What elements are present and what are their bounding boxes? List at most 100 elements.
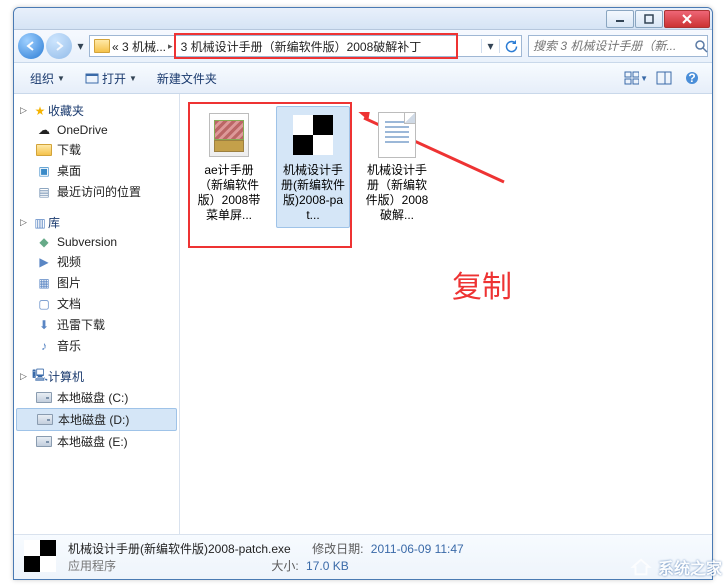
drive-icon [36, 436, 52, 447]
sidebar-item-videos[interactable]: ▶ 视频 [14, 251, 179, 272]
sidebar-item-label: 本地磁盘 (D:) [58, 411, 129, 428]
nav-history-dropdown[interactable]: ▾ [74, 39, 87, 53]
sidebar-item-label: OneDrive [57, 123, 108, 137]
status-file-icon [24, 540, 58, 574]
recent-icon: ▤ [36, 185, 52, 199]
sidebar-item-label: Subversion [57, 235, 117, 249]
drive-icon [36, 392, 52, 403]
sidebar-item-label: 下载 [57, 141, 81, 158]
maximize-button[interactable] [635, 10, 663, 28]
sidebar-item-desktop[interactable]: ▣ 桌面 [14, 160, 179, 181]
sidebar-item-label: 迅雷下载 [57, 316, 105, 333]
organize-button[interactable]: 组织▼ [22, 67, 73, 90]
sidebar-item-label: 桌面 [57, 162, 81, 179]
sidebar-item-pictures[interactable]: ▦ 图片 [14, 272, 179, 293]
caret-icon: ▷ [20, 217, 32, 228]
sidebar-computer-header[interactable]: ▷🖳计算机 [14, 366, 179, 387]
status-date-label: 修改日期: [312, 542, 363, 556]
close-button[interactable] [664, 10, 710, 28]
search-input[interactable] [529, 39, 694, 53]
sidebar-item-onedrive[interactable]: ☁OneDrive [14, 121, 179, 139]
watermark: 系统之家 [628, 555, 722, 579]
breadcrumb-text: « 3 机械... [112, 38, 166, 55]
caret-icon: ▷ [20, 105, 32, 116]
body: ▷★收藏夹 ☁OneDrive 下载 ▣桌面 ▤最近访问的位置 ▷▥库 ◆Sub… [14, 94, 712, 534]
folder-icon [94, 39, 110, 53]
drive-icon [37, 414, 53, 425]
breadcrumb-root[interactable]: « 3 机械...▸ [90, 36, 177, 56]
new-folder-button[interactable]: 新建文件夹 [149, 67, 225, 90]
minimize-button[interactable] [606, 10, 634, 28]
chevron-right-icon: ▸ [168, 41, 173, 52]
chevron-down-icon: ▼ [129, 74, 137, 83]
preview-pane-button[interactable] [652, 67, 676, 89]
caret-icon: ▷ [20, 371, 32, 382]
folder-icon [36, 144, 52, 156]
breadcrumb-text: 3 机械设计手册（新编软件版）2008破解补丁 [181, 38, 422, 55]
file-item-rar[interactable]: ae计手册（新编软件版）2008带菜单屏... [192, 106, 266, 228]
breadcrumb-current[interactable]: 3 机械设计手册（新编软件版）2008破解补丁 [177, 36, 426, 56]
document-icon: ▢ [36, 297, 52, 311]
sidebar-item-subversion[interactable]: ◆Subversion [14, 233, 179, 251]
sidebar-item-thunder[interactable]: ⬇ 迅雷下载 [14, 314, 179, 335]
sidebar-item-label: 文档 [57, 295, 81, 312]
organize-label: 组织 [30, 70, 54, 87]
chevron-down-icon: ▼ [640, 74, 648, 83]
house-icon [628, 556, 654, 578]
video-icon: ▶ [36, 255, 52, 269]
search-icon [694, 39, 708, 53]
toolbar: 组织▼ 打开▼ 新建文件夹 ▼ ? [14, 62, 712, 94]
file-label: 机械设计手册(新编软件版)2008-pat... [279, 163, 347, 223]
sidebar-item-label: 最近访问的位置 [57, 183, 141, 200]
sidebar-label: 收藏夹 [48, 102, 84, 119]
file-label: ae计手册（新编软件版）2008带菜单屏... [195, 163, 263, 223]
sidebar-label: 库 [48, 214, 60, 231]
library-icon: ▥ [32, 216, 48, 230]
sidebar-item-documents[interactable]: ▢ 文档 [14, 293, 179, 314]
sidebar-item-label: 音乐 [57, 337, 81, 354]
back-button[interactable] [18, 33, 44, 59]
sidebar-item-drive-d[interactable]: 本地磁盘 (D:) [16, 408, 177, 431]
computer-icon: 🖳 [32, 370, 48, 384]
file-item-txt[interactable]: 机械设计手册（新编软件版）2008破解... [360, 106, 434, 228]
download-icon: ⬇ [36, 318, 52, 332]
sidebar-libraries-header[interactable]: ▷▥库 [14, 212, 179, 233]
search-box[interactable] [528, 35, 708, 57]
address-dropdown[interactable]: ▾ [481, 39, 499, 53]
sidebar-item-label: 本地磁盘 (E:) [57, 433, 128, 450]
refresh-button[interactable] [499, 39, 521, 53]
open-button[interactable]: 打开▼ [77, 67, 145, 90]
titlebar [14, 8, 712, 30]
svg-text:?: ? [688, 71, 695, 85]
sidebar-item-label: 本地磁盘 (C:) [57, 389, 128, 406]
sidebar: ▷★收藏夹 ☁OneDrive 下载 ▣桌面 ▤最近访问的位置 ▷▥库 ◆Sub… [14, 94, 180, 534]
status-size: 17.0 KB [306, 559, 349, 573]
file-label: 机械设计手册（新编软件版）2008破解... [363, 163, 431, 223]
chevron-down-icon: ▼ [57, 74, 65, 83]
open-label: 打开 [102, 70, 126, 87]
forward-button[interactable] [46, 33, 72, 59]
help-button[interactable]: ? [680, 67, 704, 89]
sidebar-item-label: 视频 [57, 253, 81, 270]
sidebar-item-drive-c[interactable]: 本地磁盘 (C:) [14, 387, 179, 408]
sidebar-item-label: 图片 [57, 274, 81, 291]
status-date: 2011-06-09 11:47 [371, 542, 464, 556]
desktop-icon: ▣ [36, 164, 52, 178]
sidebar-label: 计算机 [48, 368, 84, 385]
view-options-button[interactable]: ▼ [624, 67, 648, 89]
sidebar-item-music[interactable]: ♪音乐 [14, 335, 179, 356]
status-bar: 机械设计手册(新编软件版)2008-patch.exe 修改日期: 2011-0… [14, 534, 712, 579]
sidebar-item-recent[interactable]: ▤ 最近访问的位置 [14, 181, 179, 202]
open-icon [85, 71, 99, 85]
sidebar-favorites-header[interactable]: ▷★收藏夹 [14, 100, 179, 121]
status-type: 应用程序 [68, 559, 116, 573]
nav-row: ▾ « 3 机械...▸ 3 机械设计手册（新编软件版）2008破解补丁 ▾ [14, 30, 712, 62]
sidebar-item-drive-e[interactable]: 本地磁盘 (E:) [14, 431, 179, 452]
content-area[interactable]: 复制 ae计手册（新编软件版）2008带菜单屏... 机械设计手册(新编软件版)… [180, 94, 712, 534]
file-item-patch-exe[interactable]: 机械设计手册(新编软件版)2008-pat... [276, 106, 350, 228]
address-bar[interactable]: « 3 机械...▸ 3 机械设计手册（新编软件版）2008破解补丁 ▾ [89, 35, 522, 57]
sidebar-item-downloads[interactable]: 下载 [14, 139, 179, 160]
picture-icon: ▦ [36, 276, 52, 290]
status-size-label: 大小: [271, 559, 298, 573]
annotation-text: 复制 [452, 262, 512, 306]
